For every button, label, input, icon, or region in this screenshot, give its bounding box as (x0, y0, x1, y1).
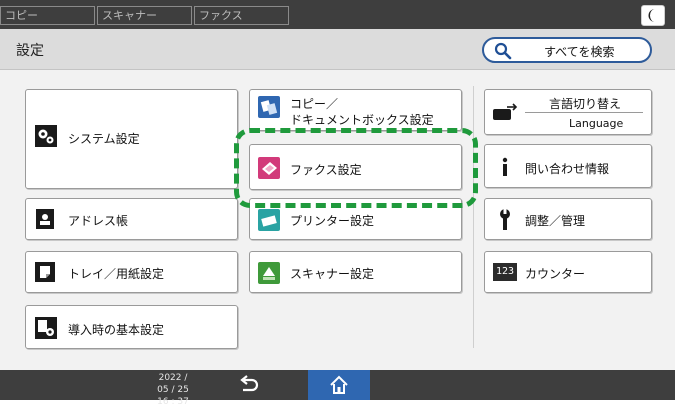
initial-setup-label: 導入時の基本設定 (68, 323, 165, 337)
language-separator (525, 112, 643, 113)
copy-icon (258, 96, 280, 118)
copy-docbox-settings-tile[interactable]: コピー／ ドキュメントボックス設定 (249, 89, 462, 131)
counter-label: カウンター (525, 267, 586, 281)
moon-icon (648, 9, 655, 22)
scanner-settings-label: スキャナー設定 (290, 267, 375, 281)
copy-settings-label: コピー／ (290, 97, 339, 111)
language-switch-icon (493, 103, 518, 120)
datetime-display: 2022 / 05 / 25 16 : 37 (156, 372, 190, 408)
adjust-manage-tile[interactable]: 調整／管理 (484, 198, 652, 240)
tray-paper-settings-label: トレイ／用紙設定 (68, 267, 165, 281)
scanner-settings-tile[interactable]: スキャナー設定 (249, 251, 462, 293)
search-all-label: すべてを検索 (544, 45, 615, 59)
printer-icon (258, 209, 280, 231)
system-settings-label: システム設定 (68, 132, 140, 146)
address-book-icon (36, 209, 54, 229)
tab-copy[interactable]: コピー (0, 6, 95, 25)
column-divider (473, 86, 474, 348)
initial-setup-tile[interactable]: 導入時の基本設定 (25, 305, 238, 349)
language-switch-tile[interactable]: 言語切り替え Language (484, 89, 652, 135)
fax-settings-tile[interactable]: ファクス設定 (249, 144, 462, 190)
tab-copy-label: コピー (5, 9, 38, 22)
tray-paper-settings-tile[interactable]: トレイ／用紙設定 (25, 251, 238, 293)
fax-settings-label: ファクス設定 (290, 163, 362, 177)
scanner-icon (258, 262, 280, 284)
counter-icon: 123 (493, 263, 517, 281)
home-icon (330, 375, 348, 394)
initial-setup-icon (35, 317, 57, 339)
page-title: 設定 (16, 43, 44, 59)
header-bar: 設定 すべてを検索 (0, 29, 675, 70)
adjust-manage-label: 調整／管理 (525, 214, 586, 228)
search-all-button[interactable]: すべてを検索 (482, 37, 652, 63)
tab-scanner[interactable]: スキャナー (97, 6, 192, 25)
tab-fax[interactable]: ファクス (194, 6, 289, 25)
address-book-tile[interactable]: アドレス帳 (25, 198, 238, 240)
language-switch-label: 言語切り替え (549, 97, 622, 111)
tab-fax-label: ファクス (199, 9, 243, 22)
brightness-toggle-button[interactable] (641, 5, 665, 26)
home-button[interactable] (308, 370, 370, 400)
wrench-icon (500, 209, 510, 230)
inquiry-info-label: 問い合わせ情報 (525, 162, 610, 176)
search-icon (494, 42, 512, 60)
counter-tile[interactable]: 123 カウンター (484, 251, 652, 293)
inquiry-info-tile[interactable]: 問い合わせ情報 (484, 144, 652, 188)
paper-tray-icon (35, 262, 55, 282)
docbox-settings-label: ドキュメントボックス設定 (290, 113, 434, 127)
footer-bar: 2022 / 05 / 25 16 : 37 (0, 370, 675, 407)
language-sub-label: Language (569, 117, 624, 130)
info-icon (502, 157, 508, 176)
app-tab-bar: コピー スキャナー ファクス (0, 0, 675, 29)
system-settings-tile[interactable]: システム設定 (25, 89, 238, 189)
address-book-label: アドレス帳 (68, 214, 129, 228)
tab-scanner-label: スキャナー (102, 9, 157, 22)
fax-icon (258, 157, 280, 179)
gears-icon (35, 125, 57, 147)
date-text: 2022 / 05 / 25 (157, 373, 189, 395)
printer-settings-label: プリンター設定 (290, 214, 375, 228)
back-icon[interactable] (236, 373, 260, 397)
time-text: 16 : 37 (157, 397, 189, 407)
